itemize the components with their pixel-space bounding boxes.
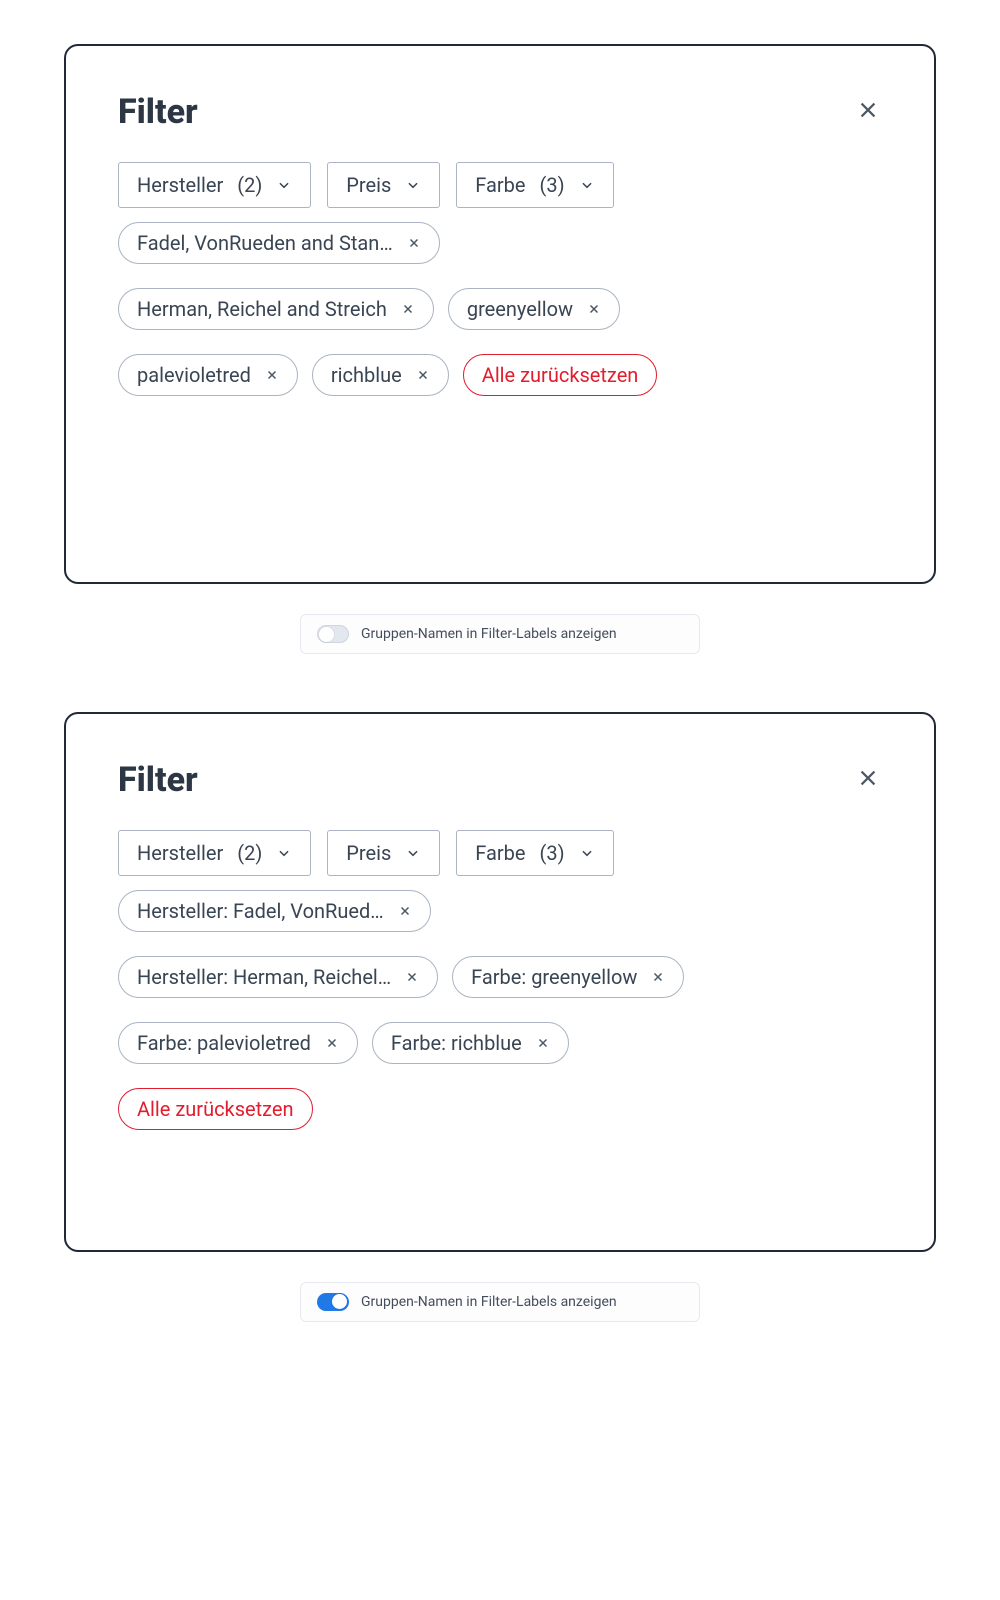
chip-label: Hersteller: Fadel, VonRued… [137,899,384,923]
chevron-down-icon [276,177,292,193]
remove-icon[interactable] [265,368,279,382]
group-names-toggle[interactable] [317,625,349,643]
panel-header: Filter [118,760,882,800]
chip-label: Herman, Reichel and Streich [137,297,387,321]
remove-icon[interactable] [416,368,430,382]
remove-icon[interactable] [398,904,412,918]
panel-header: Filter [118,92,882,132]
remove-icon[interactable] [405,970,419,984]
active-filters-row: Fadel, VonRueden and Stan… Herman, Reich… [118,222,882,396]
toggle-bar: Gruppen-Namen in Filter-Labels anzeigen [300,614,700,654]
filter-chip[interactable]: Herman, Reichel and Streich [118,288,434,330]
chip-label: Farbe: richblue [391,1031,522,1055]
panel-title: Filter [118,92,198,132]
filter-category-label: Hersteller [137,841,223,865]
filter-chip[interactable]: Farbe: palevioletred [118,1022,358,1064]
toggle-knob [319,627,334,642]
remove-icon[interactable] [536,1036,550,1050]
filter-category-hersteller[interactable]: Hersteller (2) [118,162,311,208]
filter-category-count: (2) [237,173,262,197]
chevron-down-icon [579,845,595,861]
chevron-down-icon [405,845,421,861]
filter-chip[interactable]: palevioletred [118,354,298,396]
chip-label: Farbe: greenyellow [471,965,637,989]
filter-chip[interactable]: Hersteller: Herman, Reichel… [118,956,438,998]
chevron-down-icon [405,177,421,193]
panel-title: Filter [118,760,198,800]
filter-category-preis[interactable]: Preis [327,830,440,876]
filter-panel: Filter Hersteller (2) Preis Farbe (3) [64,44,936,584]
toggle-bar: Gruppen-Namen in Filter-Labels anzeigen [300,1282,700,1322]
filter-category-label: Farbe [475,841,525,865]
filter-category-count: (3) [540,841,565,865]
chip-label: richblue [331,363,402,387]
toggle-label: Gruppen-Namen in Filter-Labels anzeigen [361,1294,617,1310]
filter-chip[interactable]: richblue [312,354,449,396]
filter-chip[interactable]: Farbe: richblue [372,1022,569,1064]
chevron-down-icon [579,177,595,193]
filter-category-count: (2) [237,841,262,865]
remove-icon[interactable] [325,1036,339,1050]
active-filters-row: Hersteller: Fadel, VonRued… Hersteller: … [118,890,882,1130]
filter-panel: Filter Hersteller (2) Preis Farbe (3) [64,712,936,1252]
remove-icon[interactable] [651,970,665,984]
close-button[interactable] [854,766,882,794]
reset-all-button[interactable]: Alle zurücksetzen [463,354,658,396]
chip-label: greenyellow [467,297,573,321]
filter-chip[interactable]: Farbe: greenyellow [452,956,684,998]
filter-chip[interactable]: greenyellow [448,288,620,330]
chip-label: Farbe: palevioletred [137,1031,311,1055]
filter-category-count: (3) [540,173,565,197]
filter-categories-row: Hersteller (2) Preis Farbe (3) [118,830,882,876]
chip-label: Fadel, VonRueden and Stan… [137,231,393,255]
chevron-down-icon [276,845,292,861]
toggle-label: Gruppen-Namen in Filter-Labels anzeigen [361,626,617,642]
filter-category-farbe[interactable]: Farbe (3) [456,830,613,876]
close-button[interactable] [854,98,882,126]
close-icon [857,99,879,125]
remove-icon[interactable] [587,302,601,316]
close-icon [857,767,879,793]
filter-category-hersteller[interactable]: Hersteller (2) [118,830,311,876]
reset-label: Alle zurücksetzen [482,363,639,387]
group-names-toggle[interactable] [317,1293,349,1311]
chip-label: Hersteller: Herman, Reichel… [137,965,391,989]
filter-category-preis[interactable]: Preis [327,162,440,208]
filter-category-label: Hersteller [137,173,223,197]
filter-category-farbe[interactable]: Farbe (3) [456,162,613,208]
filter-category-label: Preis [346,841,391,865]
reset-all-button[interactable]: Alle zurücksetzen [118,1088,313,1130]
filter-category-label: Farbe [475,173,525,197]
remove-icon[interactable] [401,302,415,316]
filter-chip[interactable]: Hersteller: Fadel, VonRued… [118,890,431,932]
remove-icon[interactable] [407,236,421,250]
chip-label: palevioletred [137,363,251,387]
filter-category-label: Preis [346,173,391,197]
toggle-knob [332,1294,347,1309]
filter-chip[interactable]: Fadel, VonRueden and Stan… [118,222,440,264]
filter-categories-row: Hersteller (2) Preis Farbe (3) [118,162,882,208]
reset-label: Alle zurücksetzen [137,1097,294,1121]
